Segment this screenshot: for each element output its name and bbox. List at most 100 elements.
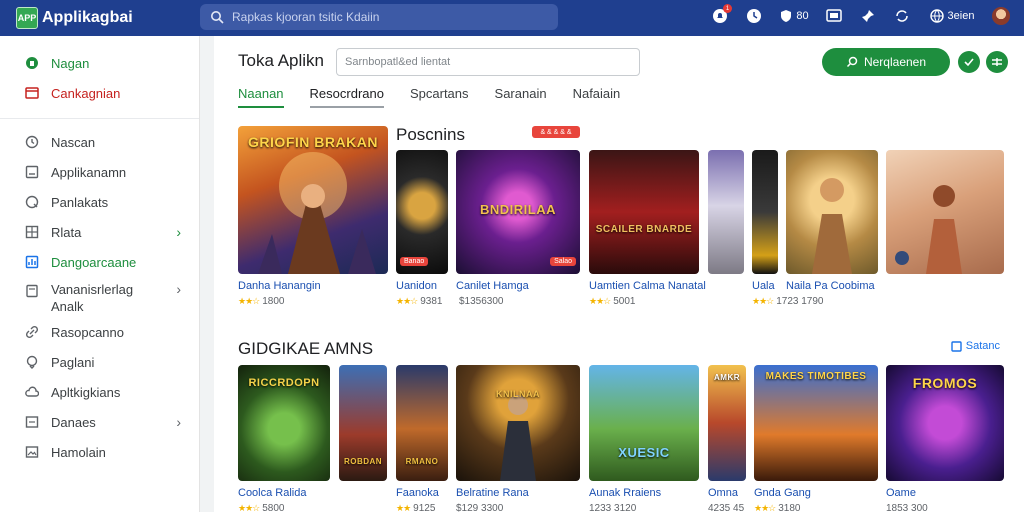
sidebar-item-grid[interactable]: Rlata › [0, 217, 199, 247]
game-title[interactable]: Danha Hanangin [238, 280, 321, 292]
thumbnail-title: XUESIC [618, 445, 670, 460]
game-card[interactable]: RMANO Faanoka ★★ 9125 [396, 365, 448, 512]
sidebar-item-images[interactable]: Hamolain [0, 437, 199, 467]
sidebar-item-home[interactable]: Nagan [0, 48, 199, 78]
see-all-link[interactable]: Satanc [951, 340, 1000, 352]
game-thumbnail [708, 150, 744, 274]
game-title[interactable]: Aunak Rraiens [589, 487, 661, 499]
sidebar-item-data[interactable]: Danaes › [0, 407, 199, 437]
list-icon [24, 414, 40, 430]
sidebar: Nagan Cankagnian Nascan Applikanamn Panl… [0, 36, 200, 512]
global-search-bar[interactable] [200, 4, 558, 30]
tab-more[interactable]: Nafaiain [573, 86, 621, 108]
game-meta: 1233 3120 [589, 503, 636, 512]
game-title[interactable]: Naila Pa Coobima [786, 280, 875, 292]
game-title[interactable]: Coolca Ralida [238, 487, 306, 499]
thumbnail-title: RMANO [405, 457, 439, 466]
tab-simulation[interactable]: Saranain [495, 86, 547, 108]
chevron-right-icon[interactable]: › [176, 281, 181, 297]
game-title[interactable]: Oame [886, 487, 916, 499]
game-card[interactable]: RICCRDOPN Coolca Ralida ★★☆ 5800 [238, 365, 332, 512]
clock-icon[interactable] [744, 6, 764, 26]
game-thumbnail: Banao [396, 150, 448, 274]
tab-sports[interactable]: Spcartans [410, 86, 469, 108]
sidebar-item-label: Rlata [51, 224, 82, 240]
shield-icon[interactable]: 80 [778, 6, 810, 26]
primary-action-button[interactable]: Nerqlaenen [822, 48, 950, 76]
sidebar-item-search[interactable]: Panlakats [0, 187, 199, 217]
game-title[interactable]: Uala [752, 280, 775, 292]
game-card[interactable]: Banao Uanidon ★★☆ 9381 [396, 150, 448, 310]
game-thumbnail: RICCRDOPN [238, 365, 330, 481]
game-title[interactable]: Faanoka [396, 487, 439, 499]
rating-count: $129 3300 [456, 503, 504, 512]
rating-count: 1800 [262, 296, 285, 307]
game-title[interactable]: Canilet Hamga [456, 280, 529, 292]
game-meta: 4235 45 [708, 503, 744, 512]
store-search-input[interactable] [337, 49, 639, 75]
game-card[interactable] [708, 150, 744, 310]
game-thumbnail [886, 150, 1004, 274]
game-card[interactable]: XUESIC Aunak Rraiens 1233 3120 [589, 365, 699, 512]
check-button[interactable] [958, 51, 980, 73]
game-card[interactable]: BNDIRILAA Salao Canilet Hamga $1356300 [456, 150, 580, 310]
rating-stars: ★★ [396, 503, 411, 512]
game-title[interactable]: Omna [708, 487, 738, 499]
sidebar-item-library[interactable]: Cankagnian [0, 78, 199, 108]
sidebar-item-recent[interactable]: Nascan [0, 127, 199, 157]
game-thumbnail: RMANO [396, 365, 448, 481]
game-meta: ★★☆ 5800 [238, 503, 284, 512]
game-card[interactable]: SCAILER BNARDE Uamtien Calma Nanatal ★★☆… [589, 150, 706, 310]
settings-button[interactable] [986, 51, 1008, 73]
image-icon [24, 444, 40, 460]
game-thumbnail: SCAILER BNARDE [589, 150, 699, 274]
game-card[interactable]: AMKR Omna 4235 45 [708, 365, 746, 512]
notifications-icon[interactable]: 1 [710, 4, 732, 26]
pin-icon[interactable] [858, 6, 878, 26]
game-card[interactable]: MAKES TIMOTIBES Gnda Gang ★★☆ 3180 [754, 365, 878, 512]
chevron-right-icon[interactable]: › [176, 224, 181, 240]
rating-stars: ★★☆ [238, 296, 260, 306]
global-search-input[interactable] [232, 10, 532, 24]
sidebar-item-stats[interactable]: Dangoarcaane [0, 247, 199, 277]
section-title: Poscnins [396, 125, 465, 144]
chevron-right-icon[interactable]: › [176, 414, 181, 430]
globe-icon[interactable]: 3eien [926, 6, 978, 26]
sidebar-item-label: Danaes [51, 414, 96, 430]
sidebar-item-label: Dangoarcaane [51, 254, 137, 270]
sidebar-item-links[interactable]: Rasopcanno [0, 317, 199, 347]
sidebar-item-cloud[interactable]: Apltkigkians [0, 377, 199, 407]
app-logo[interactable]: APP Applikagbai [16, 7, 133, 29]
game-card[interactable]: ROBDAN [339, 365, 389, 512]
sidebar-item-apps[interactable]: Applikanamn [0, 157, 199, 187]
game-card[interactable]: Uala ★★☆ 1723 1790 [752, 150, 824, 310]
sidebar-scrollbar[interactable] [200, 36, 214, 512]
game-card[interactable]: Naila Pa Coobima [786, 150, 878, 310]
thumbnail-title: ROBDAN [343, 457, 383, 466]
game-thumbnail: FROMOS [886, 365, 1004, 481]
game-title[interactable]: Uanidon [396, 280, 437, 292]
tab-recommended[interactable]: Resocrdrano [309, 86, 384, 108]
game-card[interactable] [886, 150, 1004, 310]
featured-game-card[interactable]: GRIOFIN BRAKAN Danha Hanangin ★★☆ 1800 [238, 126, 388, 310]
game-title[interactable]: Gnda Gang [754, 487, 811, 499]
tab-home[interactable]: Naanan [238, 86, 284, 108]
game-title[interactable]: Belratine Rana [456, 487, 529, 499]
sidebar-item-analytics[interactable]: Vananisrlerlag Analk › [0, 277, 199, 317]
store-search-field[interactable] [336, 48, 640, 76]
search-icon [24, 194, 40, 210]
game-title[interactable]: Uamtien Calma Nanatal [589, 280, 706, 292]
sidebar-item-places[interactable]: Paglani [0, 347, 199, 377]
cast-icon[interactable] [824, 6, 844, 26]
section-title: GIDGIKAE AMNS [238, 339, 374, 358]
library-icon [24, 85, 40, 101]
game-meta: ★★☆ 1800 [238, 296, 284, 307]
game-card[interactable]: KNILNAA Belratine Rana $129 3300 [456, 365, 580, 512]
user-label: 3eien [947, 10, 975, 22]
game-card[interactable]: FROMOS Oame 1853 300 [886, 365, 1004, 512]
cloud-icon [24, 384, 40, 400]
notification-badge: 1 [723, 4, 732, 13]
sync-icon[interactable] [892, 6, 912, 26]
thumbnail-title: SCAILER BNARDE [595, 224, 693, 235]
avatar[interactable] [992, 7, 1010, 25]
